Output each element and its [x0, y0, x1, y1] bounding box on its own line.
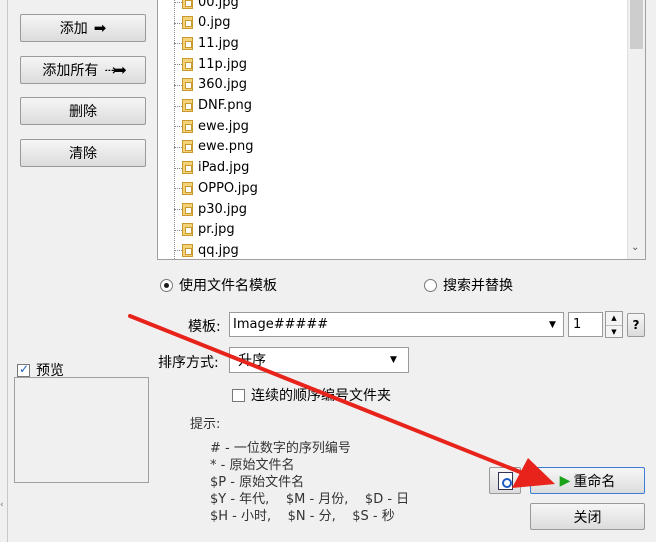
annotation-arrow: [128, 314, 555, 488]
